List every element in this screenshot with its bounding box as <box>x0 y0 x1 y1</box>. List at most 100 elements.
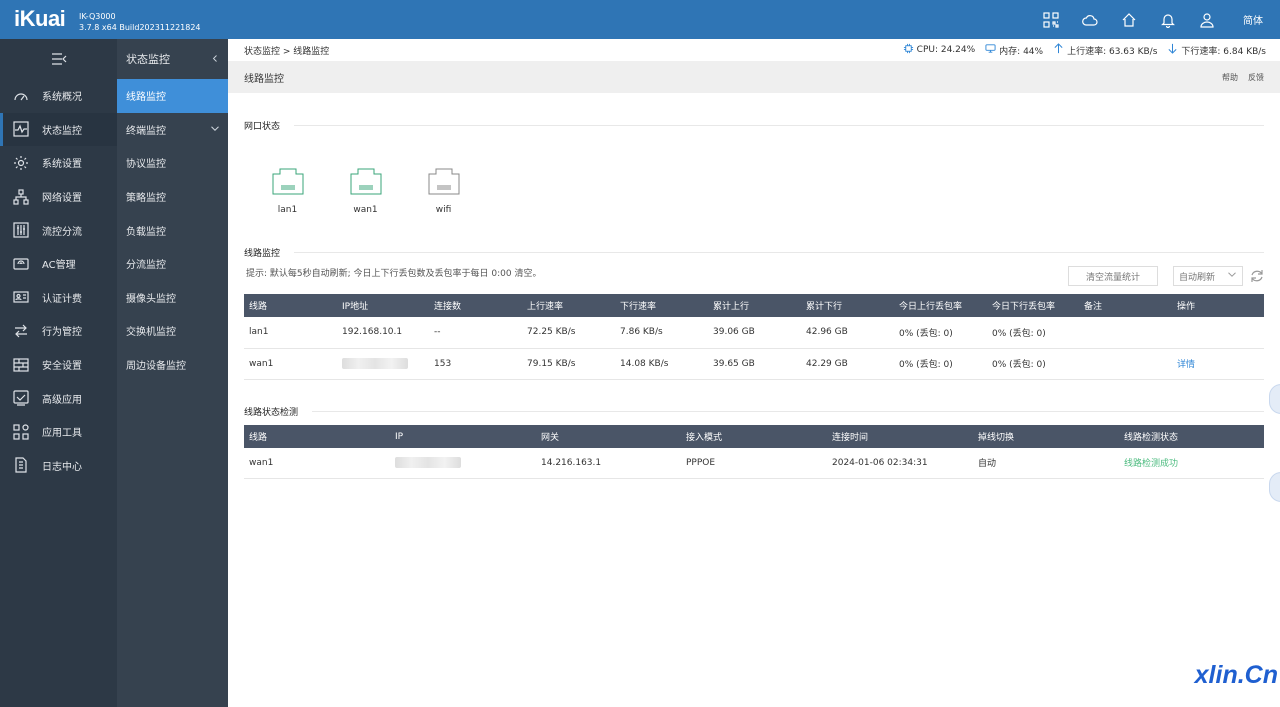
details-link[interactable]: 详情 <box>1177 360 1195 370</box>
subnav-item-camera-monitor[interactable]: 摄像头监控 <box>117 281 228 315</box>
subnav-item-terminal-monitor[interactable]: 终端监控 <box>117 113 228 147</box>
subnav-item-label: 负载监控 <box>126 226 166 238</box>
subnav-item-switch-monitor[interactable]: 交换机监控 <box>117 314 228 348</box>
arrow-up-icon <box>1053 43 1064 57</box>
sidebar-item-ac[interactable]: AC管理 <box>0 247 117 281</box>
status-bar: 状态监控 > 线路监控 CPU: 24.24% 内存: 44% 上行速率: 63… <box>228 39 1280 61</box>
subnav-item-peripheral-monitor[interactable]: 周边设备监控 <box>117 348 228 382</box>
sidebar-item-label: 行为管控 <box>42 327 82 339</box>
ap-icon <box>12 255 30 273</box>
subnav-item-policy-monitor[interactable]: 策略监控 <box>117 180 228 214</box>
user-icon[interactable] <box>1187 0 1226 39</box>
floating-button[interactable] <box>1269 472 1280 502</box>
cell-total-down: 42.29 GB <box>801 348 894 380</box>
column-header: 线路检测状态 <box>1119 425 1264 448</box>
bell-icon[interactable] <box>1148 0 1187 39</box>
cell-line: wan1 <box>244 348 337 380</box>
sidebar-item-behavior[interactable]: 行为管控 <box>0 314 117 348</box>
sidebar-item-label: 认证计费 <box>42 293 82 305</box>
table-row: wan1 14.216.163.1 PPPOE 2024-01-06 02:34… <box>244 448 1264 479</box>
ethernet-port-icon <box>349 166 383 205</box>
section-title: 线路监控 <box>244 249 281 259</box>
upload-value: 上行速率: 63.63 KB/s <box>1067 46 1158 57</box>
cell-download: 14.08 KB/s <box>615 348 708 380</box>
sidebar-item-label: 安全设置 <box>42 361 82 373</box>
help-link[interactable]: 帮助 <box>1222 72 1238 83</box>
cell-total-down: 42.96 GB <box>801 317 894 349</box>
divider <box>294 125 1264 126</box>
sidebar-item-label: 系统设置 <box>42 159 82 171</box>
column-header: 累计上行 <box>708 294 801 317</box>
top-bar: iKuai IK-Q3000 3.7.8 x64 Build2023112218… <box>0 0 1280 39</box>
page-header: 线路监控 帮助 反馈 <box>228 61 1280 93</box>
sidebar-item-network[interactable]: 网络设置 <box>0 180 117 214</box>
column-header: 下行速率 <box>615 294 708 317</box>
column-header: 接入模式 <box>681 425 827 448</box>
sidebar-item-advanced[interactable]: 高级应用 <box>0 381 117 415</box>
column-header: 线路 <box>244 425 390 448</box>
device-info: IK-Q3000 3.7.8 x64 Build202311221824 <box>79 11 201 33</box>
column-header: 连接数 <box>429 294 522 317</box>
chevron-left-icon[interactable] <box>212 53 218 66</box>
sidebar-item-security[interactable]: 安全设置 <box>0 348 117 382</box>
cell-note <box>1079 348 1172 380</box>
cloud-icon[interactable] <box>1070 0 1109 39</box>
table-header-row: 线路 IP地址 连接数 上行速率 下行速率 累计上行 累计下行 今日上行丢包率 … <box>244 294 1264 317</box>
sub-navigation: 状态监控 线路监控 终端监控 协议监控 策略监控 负载监控 分流监控 摄像头监控… <box>117 39 228 707</box>
sidebar-item-monitor[interactable]: 状态监控 <box>0 112 117 147</box>
sidebar-item-auth[interactable]: 认证计费 <box>0 281 117 315</box>
section-title: 线路状态检测 <box>244 408 299 418</box>
cell-access-mode: PPPOE <box>681 448 827 479</box>
port-list: lan1 wan1 wifi <box>260 166 471 215</box>
auto-refresh-select[interactable]: 自动刷新 <box>1173 266 1243 286</box>
network-icon <box>12 188 30 206</box>
clear-traffic-button[interactable]: 清空流量统计 <box>1068 266 1158 286</box>
device-model: IK-Q3000 <box>79 12 116 21</box>
port-name: wifi <box>435 205 452 215</box>
sidebar-item-tools[interactable]: 应用工具 <box>0 415 117 449</box>
cell-ip <box>337 348 429 380</box>
memory-icon <box>985 43 996 57</box>
port-lan1[interactable]: lan1 <box>260 166 315 215</box>
cell-action: 详情 <box>1172 348 1264 380</box>
cell-upload: 72.25 KB/s <box>522 317 615 349</box>
cpu-stat: CPU: 24.24% <box>903 43 975 57</box>
redacted-ip <box>342 358 408 369</box>
language-switch[interactable]: 简体 <box>1226 12 1280 27</box>
subnav-item-protocol-monitor[interactable]: 协议监控 <box>117 146 228 180</box>
floating-button[interactable] <box>1269 384 1280 414</box>
subnav-item-label: 摄像头监控 <box>126 293 176 305</box>
collapse-menu-icon[interactable] <box>0 39 117 79</box>
sidebar-item-logs[interactable]: 日志中心 <box>0 449 117 483</box>
subnav-item-split-monitor[interactable]: 分流监控 <box>117 247 228 281</box>
chevron-down-icon <box>210 124 220 135</box>
subnav-item-load-monitor[interactable]: 负载监控 <box>117 213 228 247</box>
cell-action <box>1172 317 1264 349</box>
subnav-item-label: 周边设备监控 <box>126 361 186 373</box>
sidebar-item-overview[interactable]: 系统概况 <box>0 79 117 113</box>
column-header: 今日下行丢包率 <box>987 294 1079 317</box>
feedback-link[interactable]: 反馈 <box>1248 72 1264 83</box>
cell-loss-up: 0% (丢包: 0) <box>894 348 987 380</box>
port-wan1[interactable]: wan1 <box>338 166 393 215</box>
subnav-item-line-monitor[interactable]: 线路监控 <box>117 79 228 113</box>
port-wifi[interactable]: wifi <box>416 166 471 215</box>
ethernet-port-icon <box>427 166 461 205</box>
ethernet-port-icon <box>271 166 305 205</box>
sidebar-item-system-settings[interactable]: 系统设置 <box>0 146 117 180</box>
column-header: IP地址 <box>337 294 429 317</box>
monitor-icon <box>12 120 30 138</box>
cell-failover: 自动 <box>973 448 1119 479</box>
qrcode-icon[interactable] <box>1031 0 1070 39</box>
column-header: 操作 <box>1172 294 1264 317</box>
sidebar-item-flow-control[interactable]: 流控分流 <box>0 213 117 247</box>
cell-loss-down: 0% (丢包: 0) <box>987 317 1079 349</box>
gear-icon <box>12 154 30 172</box>
select-value: 自动刷新 <box>1179 272 1216 283</box>
cell-connections: -- <box>429 317 522 349</box>
section-title: 网口状态 <box>244 122 281 132</box>
refresh-icon[interactable] <box>1249 268 1265 284</box>
sidebar-item-label: AC管理 <box>42 260 76 272</box>
home-icon[interactable] <box>1109 0 1148 39</box>
cell-connections: 153 <box>429 348 522 380</box>
